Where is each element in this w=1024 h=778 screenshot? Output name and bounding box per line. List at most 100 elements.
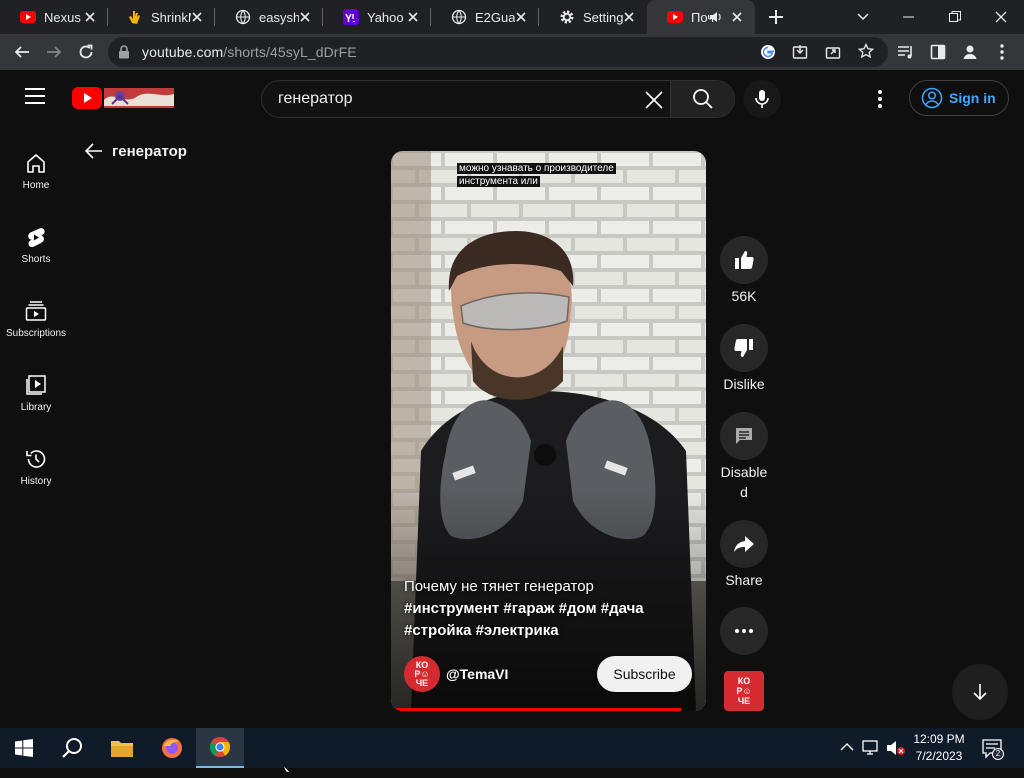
folder-icon [111,741,133,757]
show-hidden-icons-icon[interactable] [840,741,854,760]
firefox-icon [162,738,182,758]
hamburger-menu-icon[interactable] [24,87,46,110]
close-window-button[interactable] [978,0,1024,34]
restore-button[interactable] [932,0,978,34]
guide-item-home[interactable]: Home [0,136,72,210]
guide-label: Home [22,180,50,191]
reload-icon[interactable] [74,40,98,64]
browser-tab[interactable]: easysha [215,0,323,34]
channel-avatar[interactable]: КО Р☺ ЧЕ [404,656,440,692]
clear-search-icon[interactable] [642,88,666,112]
short-video-player[interactable]: можно узнавать о производителе инструмен… [391,151,706,711]
channel-handle[interactable]: @TemaVI [446,666,508,682]
like-count: 56K [731,288,757,304]
guide-item-history[interactable]: History [0,432,72,506]
home-icon [27,154,45,173]
tab-title: Settings [583,9,623,25]
comment-icon [736,428,752,444]
close-tab-icon[interactable] [297,9,313,25]
dislike-button[interactable] [720,324,768,372]
browser-tab[interactable]: Settings [539,0,647,34]
guide-label: Library [20,402,52,413]
more-actions-button[interactable] [720,607,768,655]
browser-tab[interactable]: ShrinkM [107,0,215,34]
channel-logo-button[interactable]: КО Р☺ ЧЕ [724,671,764,711]
hashtags-line[interactable]: #стройка #электрика [404,620,694,642]
youtube-logo[interactable] [72,86,174,115]
globe-icon [235,9,251,25]
search-button[interactable] [670,81,734,117]
arrow-down-icon [973,684,987,701]
yahoo-icon [343,9,359,25]
side-panel-icon[interactable] [926,40,950,64]
close-tab-icon[interactable] [513,9,529,25]
close-tab-icon[interactable] [405,9,421,25]
sign-in-button[interactable]: Sign in [909,80,1009,116]
video-progress-bar[interactable] [391,708,681,711]
action-center-button[interactable]: 2 [982,739,1004,764]
comments-label-line: d [740,484,748,500]
guide-item-subscriptions[interactable]: Subscriptions [0,284,72,358]
comments-label: Disable d [712,462,776,502]
back-to-search[interactable]: генератор [84,141,187,161]
browser-tab[interactable]: E2Guard [431,0,539,34]
close-tab-icon[interactable] [621,9,637,25]
search-input[interactable]: генератор [278,90,353,108]
system-clock[interactable]: 12:09 PM 7/2/2023 [902,731,976,765]
bookmark-star-icon[interactable] [857,42,875,64]
close-tab-icon[interactable] [189,9,205,25]
guide-item-shorts[interactable]: Shorts [0,210,72,284]
search-icon [62,738,82,758]
browser-tab[interactable]: Yahoo | [323,0,431,34]
search-box[interactable]: генератор [261,80,735,118]
share-label: Share [725,572,763,588]
share-arrow-icon [734,536,754,552]
channel-info[interactable]: КО Р☺ ЧЕ @TemaVI [404,656,508,692]
youtube-icon [20,9,36,25]
file-explorer-button[interactable] [98,728,146,768]
video-caption: можно узнавать о производителе инструмен… [457,162,616,188]
hashtags-line[interactable]: #инструмент #гараж #дом #дача [404,598,694,620]
minimize-button[interactable] [886,0,932,34]
forward-icon[interactable] [42,40,66,64]
browser-tab[interactable]: Поч [647,0,755,34]
taskbar-search-button[interactable] [48,728,96,768]
chrome-menu-icon[interactable] [990,40,1014,64]
share-page-icon[interactable] [825,44,841,65]
chrome-button[interactable] [196,728,244,768]
start-button[interactable] [0,728,48,768]
new-tab-button[interactable] [764,5,788,29]
logo-text: Р☺ [736,686,752,696]
tab-search-icon[interactable] [840,0,886,34]
profile-icon[interactable] [958,40,982,64]
address-bar[interactable]: youtube.com/shorts/45syL_dDrFE [108,37,888,67]
firefox-button[interactable] [148,728,196,768]
voice-search-button[interactable] [743,80,781,118]
lock-icon[interactable] [118,45,130,59]
more-horizontal-icon [735,629,753,633]
mouse-cursor-icon [282,760,292,778]
account-icon [921,87,943,109]
logo-text: КО [737,676,751,686]
subscriptions-icon [25,301,47,321]
caption-line: можно узнавать о производителе [457,163,616,174]
guide-item-library[interactable]: Library [0,358,72,432]
install-app-icon[interactable] [792,44,808,65]
browser-tab[interactable]: Nexus L [0,0,108,34]
comments-button[interactable] [720,412,768,460]
close-tab-icon[interactable] [82,9,98,25]
short-title[interactable]: Почему не тянет генератор #инструмент #г… [404,576,694,642]
tab-audio-icon[interactable] [709,10,723,29]
title-line: Почему не тянет генератор [404,578,594,595]
back-icon[interactable] [10,40,34,64]
google-icon[interactable] [760,44,776,65]
share-button[interactable] [720,520,768,568]
like-button[interactable] [720,236,768,284]
subscribe-button[interactable]: Subscribe [597,656,692,692]
next-short-button[interactable] [952,664,1008,720]
settings-menu-icon[interactable] [868,87,892,111]
network-icon[interactable] [862,740,880,761]
media-control-icon[interactable] [894,40,918,64]
dislike-label: Dislike [723,376,765,392]
close-tab-icon[interactable] [729,9,745,25]
